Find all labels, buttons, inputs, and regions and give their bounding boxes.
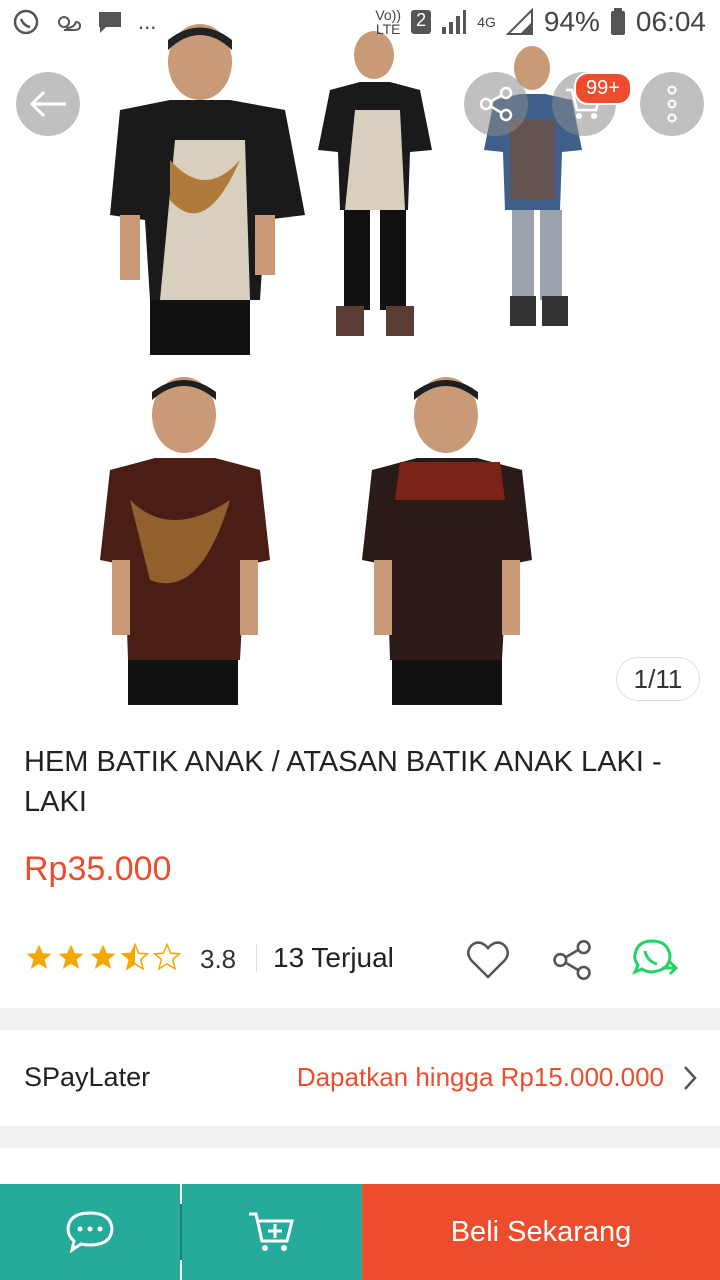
clock: 06:04	[635, 6, 706, 37]
share-button[interactable]	[548, 936, 596, 984]
whatsapp-share-icon	[632, 939, 679, 976]
more-vertical-icon	[667, 85, 677, 123]
chat-icon	[66, 1211, 114, 1254]
spaylater-label: SPayLater	[24, 1062, 151, 1092]
status-bar: ... Vo)) LTE 2 4G 94% 06:04	[0, 0, 720, 50]
weather-icon	[58, 16, 82, 31]
product-title: HEM BATIK ANAK / ATASAN BATIK ANAK LAKI …	[24, 746, 662, 818]
chat-button[interactable]	[0, 1184, 180, 1280]
photo-kid-maroon-batik-1	[100, 377, 270, 705]
rating-divider	[256, 944, 257, 972]
star-empty-icon	[152, 942, 182, 971]
star-full-icon	[58, 944, 84, 969]
star-half-icon	[120, 942, 150, 971]
back-button[interactable]	[16, 72, 80, 136]
photo-kid-black-batik-1	[110, 24, 305, 355]
rating-value: 3.8	[200, 944, 237, 974]
spaylater-offer: Dapatkan hingga Rp15.000.000	[296, 1062, 664, 1092]
more-button[interactable]	[640, 72, 704, 136]
add-to-cart-icon	[249, 1212, 294, 1251]
rating-stars	[24, 942, 182, 972]
battery-icon	[610, 8, 625, 35]
like-button[interactable]	[464, 936, 512, 984]
star-full-icon	[26, 944, 52, 969]
whatsapp-icon	[13, 9, 39, 35]
cart-badge: 99+	[574, 72, 632, 105]
section-gap	[0, 1008, 720, 1030]
buy-now-button[interactable]: Beli Sekarang	[362, 1184, 720, 1280]
message-icon	[99, 12, 121, 33]
whatsapp-share-button[interactable]	[632, 936, 680, 984]
share-button-top[interactable]	[464, 72, 528, 136]
rating-row: 3.8 13 Terjual	[24, 936, 704, 984]
arrow-left-icon	[29, 90, 66, 118]
signal-icon-2	[505, 8, 533, 35]
sold-count: 13 Terjual	[273, 942, 394, 973]
chevron-right-icon	[684, 1066, 697, 1090]
share-icon	[553, 940, 591, 980]
share-icon	[479, 86, 513, 122]
data-type-label: 4G	[477, 14, 496, 30]
add-to-cart-button[interactable]	[182, 1184, 362, 1280]
status-overflow: ...	[138, 9, 157, 34]
network-label: Vo)) LTE	[375, 7, 402, 37]
photo-kid-black-batik-2	[318, 31, 432, 336]
star-full-icon	[90, 944, 116, 969]
heart-icon	[467, 941, 509, 979]
product-price: Rp35.000	[24, 850, 172, 888]
photo-kid-maroon-batik-2	[362, 377, 532, 705]
section-gap-2	[0, 1126, 720, 1148]
signal-icon	[442, 10, 467, 34]
sim-indicator: 2	[411, 10, 432, 34]
battery-percent: 94%	[543, 6, 600, 37]
bottom-action-bar: Beli Sekarang	[0, 1184, 720, 1280]
image-counter: 1/11	[616, 657, 700, 701]
spaylater-row[interactable]: SPayLater Dapatkan hingga Rp15.000.000	[0, 1030, 720, 1127]
